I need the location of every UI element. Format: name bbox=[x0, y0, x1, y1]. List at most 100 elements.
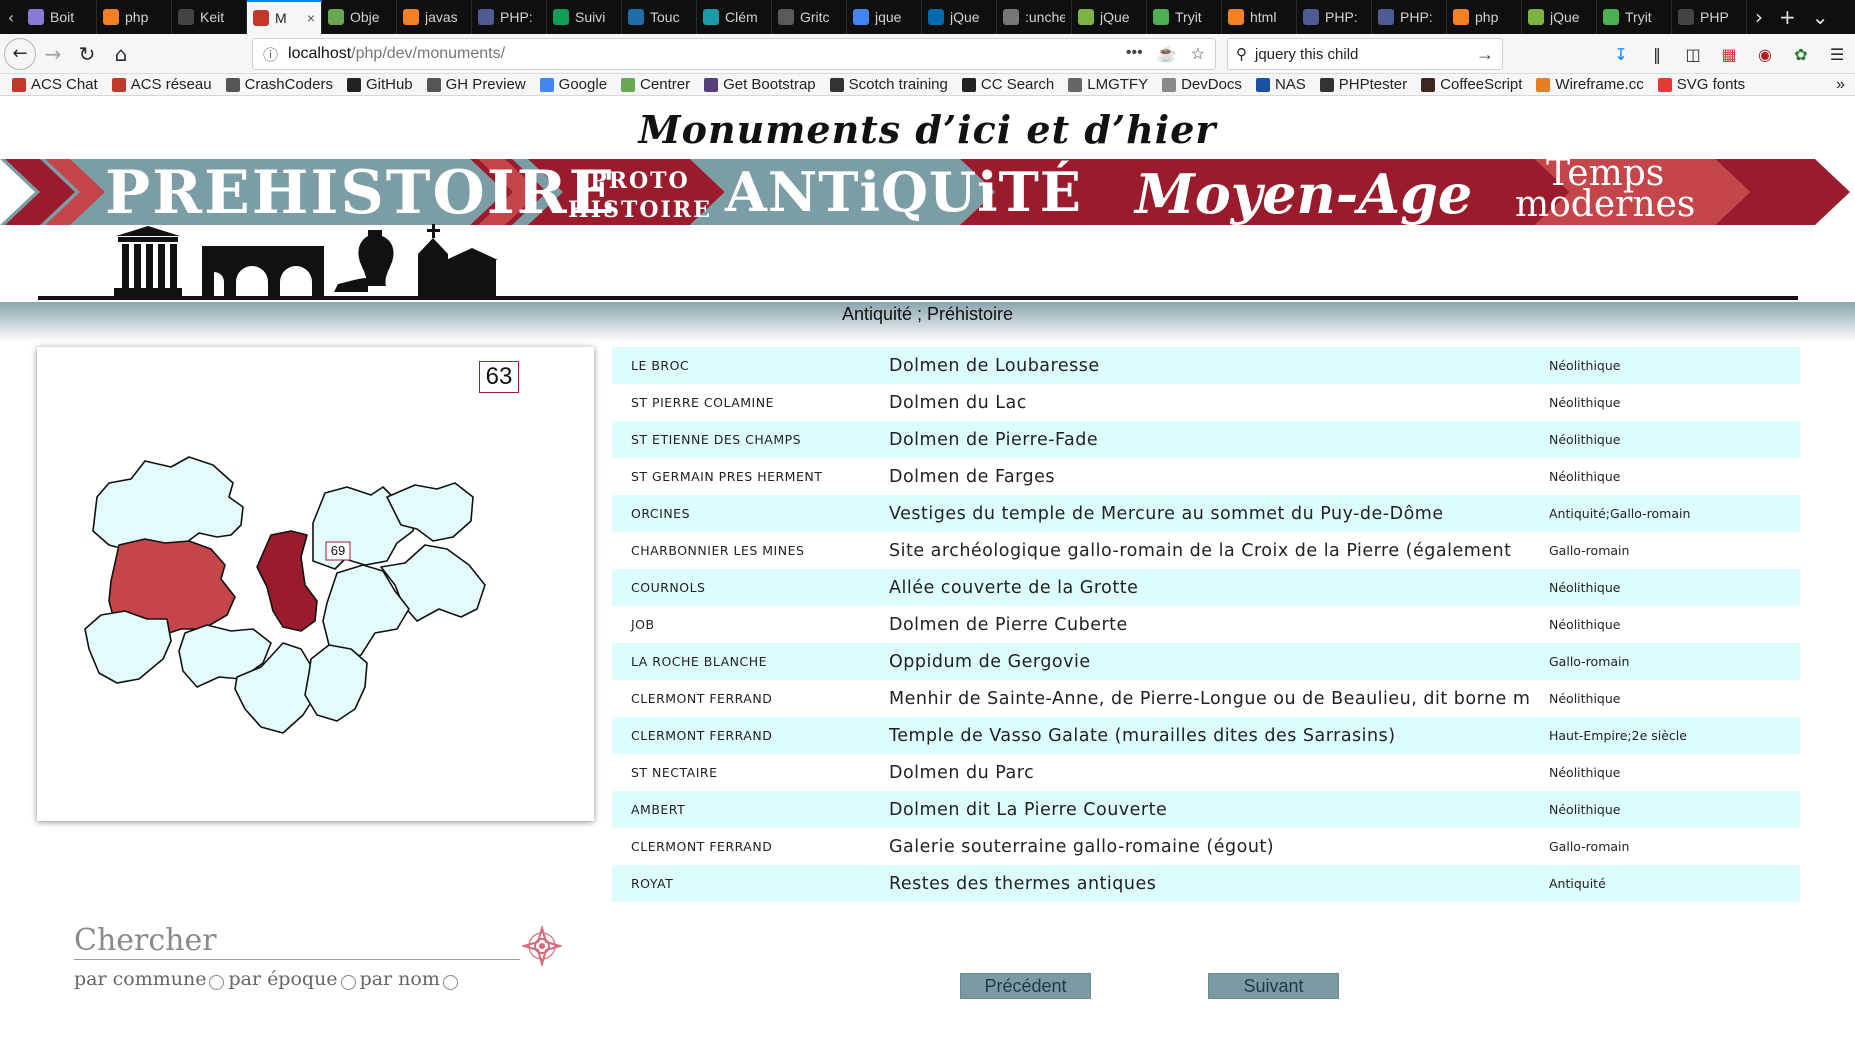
back-icon[interactable]: ← bbox=[4, 37, 36, 70]
bookmark-item[interactable]: NAS bbox=[1255, 76, 1306, 93]
bookmark-item[interactable]: ACS Chat bbox=[12, 76, 98, 93]
browser-tab[interactable]: Suivi bbox=[547, 0, 622, 34]
temple-icon[interactable] bbox=[114, 226, 182, 296]
mode-commune[interactable]: par commune bbox=[74, 968, 225, 990]
ublock-icon[interactable]: ◉ bbox=[1755, 44, 1775, 64]
browser-tab[interactable]: PHP: bbox=[1297, 0, 1372, 34]
download-icon[interactable]: ↧ bbox=[1611, 44, 1631, 64]
library-icon[interactable]: ‖ bbox=[1647, 44, 1667, 64]
monument-row[interactable]: ORCINES Vestiges du temple de Mercure au … bbox=[612, 495, 1800, 532]
monument-row[interactable]: COURNOLS Allée couverte de la Grotte Néoli… bbox=[612, 569, 1800, 606]
bookmark-item[interactable]: Centrer bbox=[621, 76, 690, 93]
browser-tab[interactable]: Obje bbox=[322, 0, 397, 34]
browser-tab[interactable]: Boit bbox=[22, 0, 97, 34]
tabs-scroll-right-icon[interactable]: › bbox=[1755, 5, 1763, 29]
browser-tab[interactable]: M × bbox=[247, 0, 322, 34]
extension-color-icon[interactable]: ✿ bbox=[1791, 44, 1811, 64]
era-prehistoire-label[interactable]: PREHISTOIRE bbox=[105, 163, 616, 223]
era-temps-modernes-label[interactable]: Temps modernes bbox=[1515, 156, 1695, 222]
monument-row[interactable]: ST NECTAIRE Dolmen du Parc Néolithique bbox=[612, 754, 1800, 791]
monument-row[interactable]: JOB Dolmen de Pierre Cuberte Néolithique bbox=[612, 606, 1800, 643]
previous-page-button[interactable]: Précédent bbox=[960, 973, 1091, 999]
browser-tab[interactable]: PHP: bbox=[1372, 0, 1447, 34]
browser-tab[interactable]: javas bbox=[397, 0, 472, 34]
bookmarks-overflow-icon[interactable]: » bbox=[1836, 76, 1845, 94]
monument-row[interactable]: LA ROCHE BLANCHE Oppidum de Gergovie Gallo… bbox=[612, 643, 1800, 680]
browser-tab[interactable]: jQue bbox=[922, 0, 997, 34]
browser-tab[interactable]: jQue bbox=[1072, 0, 1147, 34]
browser-tab[interactable]: php bbox=[97, 0, 172, 34]
bookmark-item[interactable]: Get Bootstrap bbox=[704, 76, 816, 93]
bookmark-item[interactable]: GH Preview bbox=[426, 76, 526, 93]
mode-epoque[interactable]: par époque bbox=[228, 968, 356, 990]
bookmark-item[interactable]: Scotch training bbox=[829, 76, 948, 93]
pocket-icon[interactable]: ☕ bbox=[1157, 44, 1177, 64]
browser-tab[interactable]: PHP: bbox=[472, 0, 547, 34]
browser-tab[interactable]: Tryit bbox=[1147, 0, 1222, 34]
search-compass-icon[interactable] bbox=[522, 926, 562, 966]
monument-row[interactable]: CHARBONNIER LES MINES Site archéologique … bbox=[612, 532, 1800, 569]
search-bar[interactable]: ⚲ jquery this child → bbox=[1227, 38, 1503, 70]
church-icon[interactable] bbox=[418, 224, 498, 296]
amphora-icon[interactable] bbox=[334, 230, 394, 292]
browser-tab[interactable]: Touc bbox=[622, 0, 697, 34]
bookmark-item[interactable]: SVG fonts bbox=[1657, 76, 1745, 93]
home-icon[interactable]: ⌂ bbox=[104, 37, 138, 71]
extension-red-icon[interactable]: ▦ bbox=[1719, 44, 1739, 64]
bookmark-star-icon[interactable]: ☆ bbox=[1191, 44, 1205, 64]
bookmark-item[interactable]: ACS réseau bbox=[111, 76, 212, 93]
close-tab-icon[interactable]: × bbox=[307, 10, 315, 26]
browser-tab[interactable]: Clém bbox=[697, 0, 772, 34]
era-antiquite-label[interactable]: ANTiQUiTÉ bbox=[725, 165, 1082, 219]
bookmark-item[interactable]: PHPtester bbox=[1319, 76, 1407, 93]
search-input[interactable] bbox=[74, 922, 520, 960]
monument-row[interactable]: CLERMONT FERRAND Temple de Vasso Galate (… bbox=[612, 717, 1800, 754]
next-page-button[interactable]: Suivant bbox=[1208, 973, 1339, 999]
forward-icon[interactable]: → bbox=[36, 37, 70, 71]
page-actions-icon[interactable]: ••• bbox=[1126, 44, 1143, 64]
menu-icon[interactable]: ☰ bbox=[1827, 44, 1847, 64]
monument-row[interactable]: ST ETIENNE DES CHAMPS Dolmen de Pierre-Fa… bbox=[612, 421, 1800, 458]
monument-row[interactable]: CLERMONT FERRAND Menhir de Sainte-Anne, d… bbox=[612, 680, 1800, 717]
monument-row[interactable]: ST PIERRE COLAMINE Dolmen du Lac Néolithiq… bbox=[612, 384, 1800, 421]
browser-tab[interactable]: PHP bbox=[1672, 0, 1747, 34]
reload-icon[interactable]: ↻ bbox=[70, 37, 104, 71]
bookmark-item[interactable]: CrashCoders bbox=[225, 76, 333, 93]
monument-row[interactable]: CLERMONT FERRAND Galerie souterraine gall… bbox=[612, 828, 1800, 865]
era-moyen-age-label[interactable]: Moyen-Age bbox=[1135, 167, 1472, 221]
browser-tab[interactable]: jQue bbox=[1522, 0, 1597, 34]
bookmark-item[interactable]: CoffeeScript bbox=[1421, 76, 1522, 93]
browser-tab[interactable]: :unchec bbox=[997, 0, 1072, 34]
search-go-icon[interactable]: → bbox=[1476, 44, 1494, 65]
bookmark-item[interactable]: Google bbox=[539, 76, 607, 93]
bookmark-item[interactable]: LMGTFY bbox=[1068, 76, 1148, 93]
era-proto-label[interactable]: PROTO HISTOIRE bbox=[568, 167, 712, 224]
browser-tab[interactable]: html bbox=[1222, 0, 1297, 34]
mode-nom[interactable]: par nom bbox=[360, 968, 458, 990]
aqueduct-icon[interactable] bbox=[202, 246, 324, 296]
map-dept-03[interactable] bbox=[92, 456, 244, 552]
bookmark-item[interactable]: GitHub bbox=[346, 76, 413, 93]
map-dept-15[interactable] bbox=[84, 610, 172, 684]
browser-tab[interactable]: php bbox=[1447, 0, 1522, 34]
browser-tab[interactable]: Gritc bbox=[772, 0, 847, 34]
monument-row[interactable]: ST GERMAIN PRES HERMENT Dolmen de Farges N… bbox=[612, 458, 1800, 495]
bookmark-item[interactable]: DevDocs bbox=[1162, 76, 1242, 93]
map-label-69[interactable]: 69 bbox=[326, 543, 350, 559]
browser-tab[interactable]: Keit bbox=[172, 0, 247, 34]
tabs-scroll-left-icon[interactable]: ‹ bbox=[0, 0, 22, 34]
browser-tab[interactable]: Tryit bbox=[1597, 0, 1672, 34]
monument-row[interactable]: AMBERT Dolmen dit La Pierre Couverte Néoli… bbox=[612, 791, 1800, 828]
sidebar-icon[interactable]: ◫ bbox=[1683, 44, 1703, 64]
monument-row[interactable]: ROYAT Restes des thermes antiques Antiquit… bbox=[612, 865, 1800, 902]
tab-list-icon[interactable]: ⌄ bbox=[1812, 5, 1829, 29]
monument-row[interactable]: LE BROC Dolmen de Loubaresse Néolithique bbox=[612, 347, 1800, 384]
mode-epoque-radio[interactable] bbox=[340, 974, 356, 990]
mode-commune-radio[interactable] bbox=[209, 974, 225, 990]
map-dept-26[interactable] bbox=[304, 644, 368, 722]
mode-nom-radio[interactable] bbox=[442, 974, 458, 990]
browser-tab[interactable]: jque bbox=[847, 0, 922, 34]
new-tab-icon[interactable]: + bbox=[1779, 5, 1796, 29]
bookmark-item[interactable]: CC Search bbox=[961, 76, 1054, 93]
site-info-icon[interactable]: ⓘ bbox=[263, 44, 278, 65]
